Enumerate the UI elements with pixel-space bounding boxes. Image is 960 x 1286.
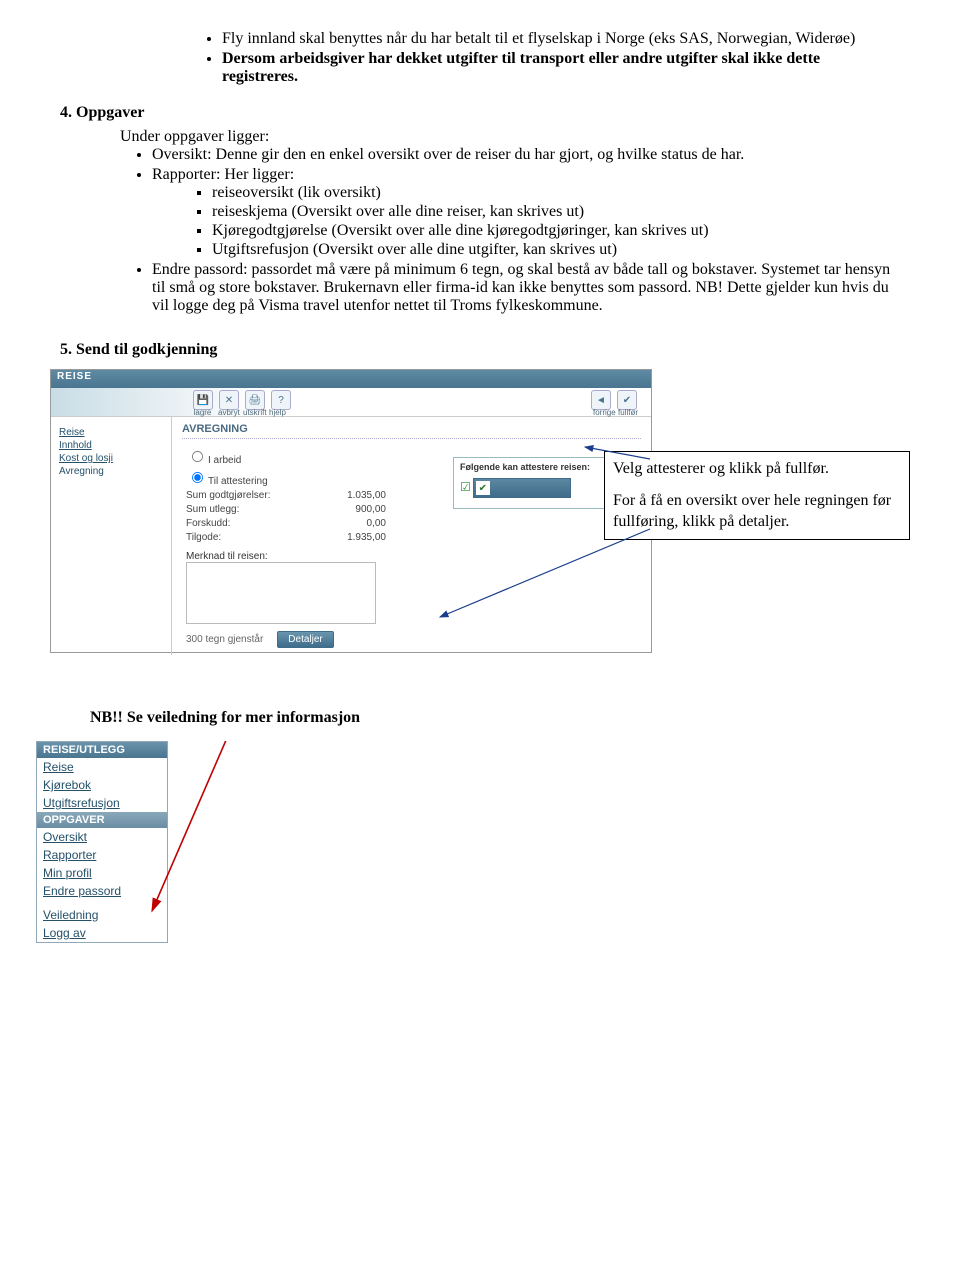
save-icon[interactable]: 💾: [193, 390, 213, 410]
sub-reiseoversikt: reiseoversikt (lik oversikt): [212, 184, 900, 202]
sidebar-reise[interactable]: Reise: [59, 427, 163, 438]
bullet-oversikt: Oversikt: Denne gir den en enkel oversik…: [152, 146, 900, 164]
toolbar-lagre-label: lagre: [193, 408, 212, 417]
bullet-fly-innland: Fly innland skal benyttes når du har bet…: [222, 30, 900, 48]
detaljer-button[interactable]: Detaljer: [277, 631, 333, 648]
print-icon[interactable]: 🖨: [245, 390, 265, 410]
menu-item-minprofil[interactable]: Min profil: [37, 864, 167, 882]
heading-oppgaver: 4. Oppgaver: [60, 104, 900, 122]
top-bullet-block: Fly innland skal benyttes når du har bet…: [190, 30, 900, 86]
menu-item-rapporter[interactable]: Rapporter: [37, 846, 167, 864]
sub-utgiftsrefusjon: Utgiftsrefusjon (Oversikt over alle dine…: [212, 241, 900, 259]
lbl-sumgodt: Sum godtgjørelser:: [186, 490, 306, 501]
toolbar-fullfor-label: fullfør: [618, 408, 637, 417]
tegn-gjenstar: 300 tegn gjenstår: [186, 634, 263, 645]
attest-selector[interactable]: ✔: [473, 478, 571, 498]
toolbar-hjelp-label: hjelp: [268, 408, 287, 417]
merknad-label: Merknad til reisen:: [186, 551, 641, 562]
callout-line1: Velg attesterer og klikk på fullfør.: [613, 458, 901, 480]
nb-veiledning: NB!! Se veiledning for mer informasjon: [90, 709, 900, 727]
prev-icon[interactable]: ◄: [591, 390, 611, 410]
merknad-textarea[interactable]: [186, 562, 376, 624]
radio-attestering-label: Til attestering: [208, 476, 268, 487]
sub-kjoregodt: Kjøregodtgjørelse (Oversikt over alle di…: [212, 222, 900, 240]
radio-iarbeid-label: I arbeid: [208, 455, 241, 466]
menu-item-endrepassord[interactable]: Endre passord: [37, 882, 167, 900]
menu-item-loggav[interactable]: Logg av: [37, 924, 167, 942]
lbl-forskudd: Forskudd:: [186, 518, 306, 529]
bullet-rapporter: Rapporter: Her ligger: reiseoversikt (li…: [152, 166, 900, 259]
attest-check-icon[interactable]: ☑: [460, 480, 471, 494]
val-sumgodt: 1.035,00: [306, 490, 386, 501]
val-tilgode: 1.935,00: [306, 532, 386, 543]
screenshot-avregning: REISE 💾 ✕ 🖨 ? lagre avbryt utskrift hjel…: [60, 369, 900, 669]
menu-item-utgiftsrefusjon[interactable]: Utgiftsrefusjon: [37, 794, 167, 812]
menu-item-reise[interactable]: Reise: [37, 758, 167, 776]
heading-send: 5. Send til godkjenning: [60, 341, 900, 359]
callout-line2: For å få en oversikt over hele regningen…: [613, 490, 901, 533]
section-title-avregning: AVREGNING: [182, 423, 641, 439]
bullet-arbeidsgiver: Dersom arbeidsgiver har dekket utgifter …: [222, 50, 900, 86]
radio-attestering[interactable]: [192, 472, 203, 483]
finish-icon[interactable]: ✔: [617, 390, 637, 410]
callout-box: Velg attesterer og klikk på fullfør. For…: [604, 451, 910, 540]
menu-item-kjorebok[interactable]: Kjørebok: [37, 776, 167, 794]
app-tab-reise[interactable]: REISE: [51, 370, 651, 388]
toolbar-avbryt-label: avbryt: [218, 408, 237, 417]
menu-header-reise: REISE/UTLEGG: [37, 742, 167, 758]
sidebar-avregning[interactable]: Avregning: [59, 466, 163, 477]
lbl-tilgode: Tilgode:: [186, 532, 306, 543]
menu-item-oversikt[interactable]: Oversikt: [37, 828, 167, 846]
bullet-endre-passord: Endre passord: passordet må være på mini…: [152, 261, 900, 315]
lbl-sumutl: Sum utlegg:: [186, 504, 306, 515]
val-sumutl: 900,00: [306, 504, 386, 515]
sidebar-kost[interactable]: Kost og losji: [59, 453, 163, 464]
cancel-icon[interactable]: ✕: [219, 390, 239, 410]
help-icon[interactable]: ?: [271, 390, 291, 410]
sub-reiseskjema: reiseskjema (Oversikt over alle dine rei…: [212, 203, 900, 221]
under-oppgaver-label: Under oppgaver ligger:: [120, 128, 900, 146]
sidebar-innhold[interactable]: Innhold: [59, 440, 163, 451]
menu-item-veiledning[interactable]: Veiledning: [37, 906, 167, 924]
toolbar-forrige-label: forrige: [593, 408, 612, 417]
menu-panel: REISE/UTLEGG Reise Kjørebok Utgiftsrefus…: [36, 741, 168, 943]
radio-iarbeid[interactable]: [192, 451, 203, 462]
app-window: REISE 💾 ✕ 🖨 ? lagre avbryt utskrift hjel…: [50, 369, 652, 653]
menu-header-oppgaver: OPPGAVER: [37, 812, 167, 828]
val-forskudd: 0,00: [306, 518, 386, 529]
toolbar-utskrift-label: utskrift: [243, 408, 262, 417]
